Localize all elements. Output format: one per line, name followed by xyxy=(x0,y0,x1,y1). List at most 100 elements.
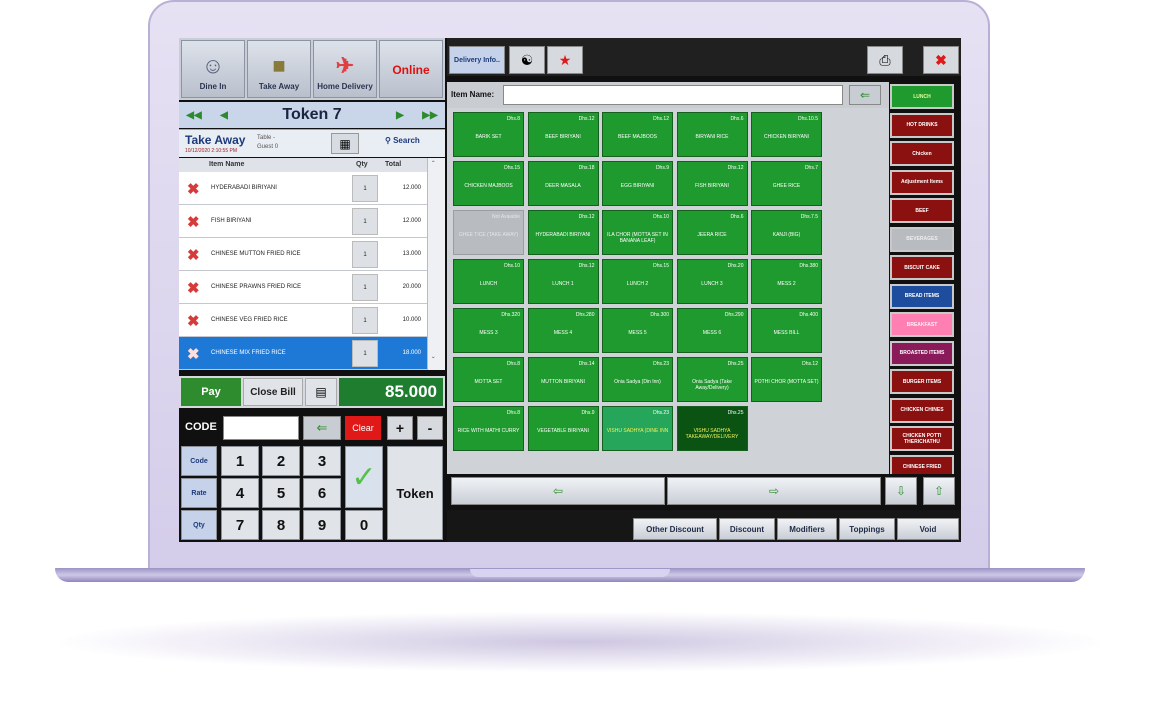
waiter-bell-icon[interactable]: ☯ xyxy=(509,46,545,74)
category-up-icon[interactable]: ⇧ xyxy=(923,477,955,505)
key-6[interactable]: 6 xyxy=(303,478,341,508)
table-row[interactable]: ✖ CHINESE PRAWNS FRIED RICE 1 20.000 xyxy=(179,271,427,304)
category-button[interactable]: Adjustment Items xyxy=(890,169,954,195)
search-button[interactable]: ⚲ Search xyxy=(385,136,420,145)
delete-icon[interactable]: ✖ xyxy=(187,246,200,264)
menu-item-tile[interactable]: Dhs.25 Onia Sadya (Take Away/Delivery) xyxy=(676,357,748,402)
row-qty[interactable]: 1 xyxy=(352,175,378,202)
card-icon[interactable]: ▤ xyxy=(305,378,337,406)
plus-button[interactable]: + xyxy=(387,416,413,440)
item-backspace-icon[interactable]: ⇐ xyxy=(849,85,881,105)
menu-item-tile[interactable]: Dhs.23 VISHU SADHYA (DINE INN xyxy=(602,406,673,451)
menu-item-tile[interactable]: Dhs.15 LUNCH 2 xyxy=(602,259,673,304)
delete-icon[interactable]: ✖ xyxy=(187,213,200,231)
delete-icon[interactable]: ✖ xyxy=(187,180,200,198)
menu-item-tile[interactable]: Dhs.6 JEERA RICE xyxy=(676,210,748,255)
row-qty[interactable]: 1 xyxy=(352,307,378,334)
menu-item-tile[interactable]: Dhs.20 LUNCH 3 xyxy=(676,259,748,304)
menu-item-tile[interactable]: Dhs.10 LUNCH xyxy=(453,259,524,304)
take-away-button[interactable]: ■ Take Away xyxy=(247,40,311,98)
key-8[interactable]: 8 xyxy=(262,510,300,540)
row-qty[interactable]: 1 xyxy=(352,241,378,268)
delete-icon[interactable]: ✖ xyxy=(187,345,200,363)
backspace-icon[interactable]: ⇐ xyxy=(303,416,341,440)
category-down-icon[interactable]: ⇩ xyxy=(885,477,917,505)
menu-item-tile[interactable]: Dhs.25 VISHU SADHYA TAKEAWAY/DELIVERY xyxy=(676,406,748,451)
close-icon[interactable]: ✖ xyxy=(923,46,959,74)
table-row[interactable]: ✖ CHINESE MUTTON FRIED RICE 1 13.000 xyxy=(179,238,427,271)
category-button[interactable]: BEEF xyxy=(890,198,954,223)
key-7[interactable]: 7 xyxy=(221,510,259,540)
menu-item-tile[interactable]: Dhs.10 ILA CHOR (MOTTA SET IN BANANA LEAF… xyxy=(602,210,673,255)
menu-item-tile[interactable]: Dhs.8 MOTTA SET xyxy=(453,357,524,402)
menu-item-tile[interactable]: Dhs.280 MESS 4 xyxy=(527,308,599,353)
delete-icon[interactable]: ✖ xyxy=(187,279,200,297)
category-button[interactable]: CHICKEN POTTI THERICHATHU xyxy=(890,426,954,451)
online-button[interactable]: Online xyxy=(379,40,443,98)
discount-button[interactable]: Discount xyxy=(719,518,775,540)
menu-item-tile[interactable]: Dhs.7 GHEE RICE xyxy=(751,161,822,206)
menu-item-tile[interactable]: Dhs.15 CHICKEN MAJBOOS xyxy=(453,161,524,206)
menu-item-tile[interactable]: Dhs.14 MUTTON BIRIYANI xyxy=(527,357,599,402)
table-row[interactable]: ✖ CHINESE MIX FRIED RICE 1 18.000 xyxy=(179,337,427,370)
menu-item-tile[interactable]: Dhs.6 BIRYANI RICE xyxy=(676,112,748,157)
delivery-info-button[interactable]: Delivery Info.. xyxy=(449,46,505,74)
clear-button[interactable]: Clear xyxy=(345,416,381,440)
menu-item-tile[interactable]: Dhs.12 FISH BIRIYANI xyxy=(676,161,748,206)
menu-item-tile[interactable]: Dhs.23 Onia Sadya (Din Inn) xyxy=(602,357,673,402)
row-qty[interactable]: 1 xyxy=(352,274,378,301)
rate-function-button[interactable]: Rate xyxy=(181,478,217,508)
category-button[interactable]: Chicken xyxy=(890,141,954,166)
menu-item-tile[interactable]: Dhs.12 POTHI CHOR (MOTTA SET) xyxy=(751,357,822,402)
category-button[interactable]: CHINESE FRIED xyxy=(890,454,954,474)
first-token-icon[interactable]: ◀◀ xyxy=(179,110,209,121)
table-row[interactable]: ✖ HYDERABADI BIRIYANI 1 12.000 xyxy=(179,172,427,205)
qty-function-button[interactable]: Qty xyxy=(181,510,217,540)
menu-item-tile[interactable]: Dhs.12 BEEF MAJBOOS xyxy=(602,112,673,157)
menu-item-tile[interactable]: Dhs.8 RICE WITH MATHI CURRY xyxy=(453,406,524,451)
next-token-icon[interactable]: ▶ xyxy=(385,110,415,121)
menu-item-tile[interactable]: Dhs.8 BARIK SET xyxy=(453,112,524,157)
prev-token-icon[interactable]: ◀ xyxy=(209,110,239,121)
delete-icon[interactable]: ✖ xyxy=(187,312,200,330)
key-3[interactable]: 3 xyxy=(303,446,341,476)
minus-button[interactable]: - xyxy=(417,416,443,440)
table-row[interactable]: ✖ CHINESE VEG FRIED RICE 1 10.000 xyxy=(179,304,427,337)
table-row[interactable]: ✖ FISH BIRIYANI 1 12.000 xyxy=(179,205,427,238)
item-name-input[interactable] xyxy=(503,85,843,105)
menu-item-tile[interactable]: Dhs.12 HYDERABADI BIRIYANI xyxy=(527,210,599,255)
menu-item-tile[interactable]: Dhs.12 LUNCH 1 xyxy=(527,259,599,304)
prev-page-icon[interactable]: ⇦ xyxy=(451,477,665,505)
calculator-icon[interactable]: ▦ xyxy=(331,133,359,154)
row-qty[interactable]: 1 xyxy=(352,340,378,367)
menu-item-tile[interactable]: Dhs.9 EGG BIRIYANI xyxy=(602,161,673,206)
code-function-button[interactable]: Code xyxy=(181,446,217,476)
menu-item-tile[interactable]: Dhs.12 BEEF BIRIYANI xyxy=(527,112,599,157)
dine-in-button[interactable]: ☺ Dine In xyxy=(181,40,245,98)
key-9[interactable]: 9 xyxy=(303,510,341,540)
next-page-icon[interactable]: ⇨ xyxy=(667,477,881,505)
key-0[interactable]: 0 xyxy=(345,510,383,540)
row-qty[interactable]: 1 xyxy=(352,208,378,235)
category-button[interactable]: LUNCH xyxy=(890,84,954,109)
menu-item-tile[interactable]: Not Avaiable GHEE TICE (TAKE AWAY) xyxy=(453,210,524,255)
category-button[interactable]: BURGER ITEMS xyxy=(890,369,954,394)
menu-item-tile[interactable]: Dhs.380 MESS 2 xyxy=(751,259,822,304)
printer-icon[interactable]: ⎙ xyxy=(867,46,903,74)
category-button[interactable]: BISCUIT CAKE xyxy=(890,255,954,280)
category-button[interactable]: CHICKEN CHINES xyxy=(890,397,954,423)
last-token-icon[interactable]: ▶▶ xyxy=(415,110,445,121)
menu-item-tile[interactable]: Dhs.290 MESS 6 xyxy=(676,308,748,353)
category-button[interactable]: BROASTED ITEMS xyxy=(890,340,954,366)
close-bill-button[interactable]: Close Bill xyxy=(243,378,303,406)
star-icon[interactable]: ★ xyxy=(547,46,583,74)
scroll-up-icon[interactable]: ˆ xyxy=(432,160,435,169)
key-1[interactable]: 1 xyxy=(221,446,259,476)
key-5[interactable]: 5 xyxy=(262,478,300,508)
category-button[interactable]: BEVERAGES xyxy=(890,226,954,252)
category-button[interactable]: BREAKFAST xyxy=(890,312,954,337)
category-button[interactable]: BREAD ITEMS xyxy=(890,283,954,309)
key-4[interactable]: 4 xyxy=(221,478,259,508)
code-input[interactable] xyxy=(223,416,299,440)
scroll-down-icon[interactable]: ˇ xyxy=(432,356,435,365)
